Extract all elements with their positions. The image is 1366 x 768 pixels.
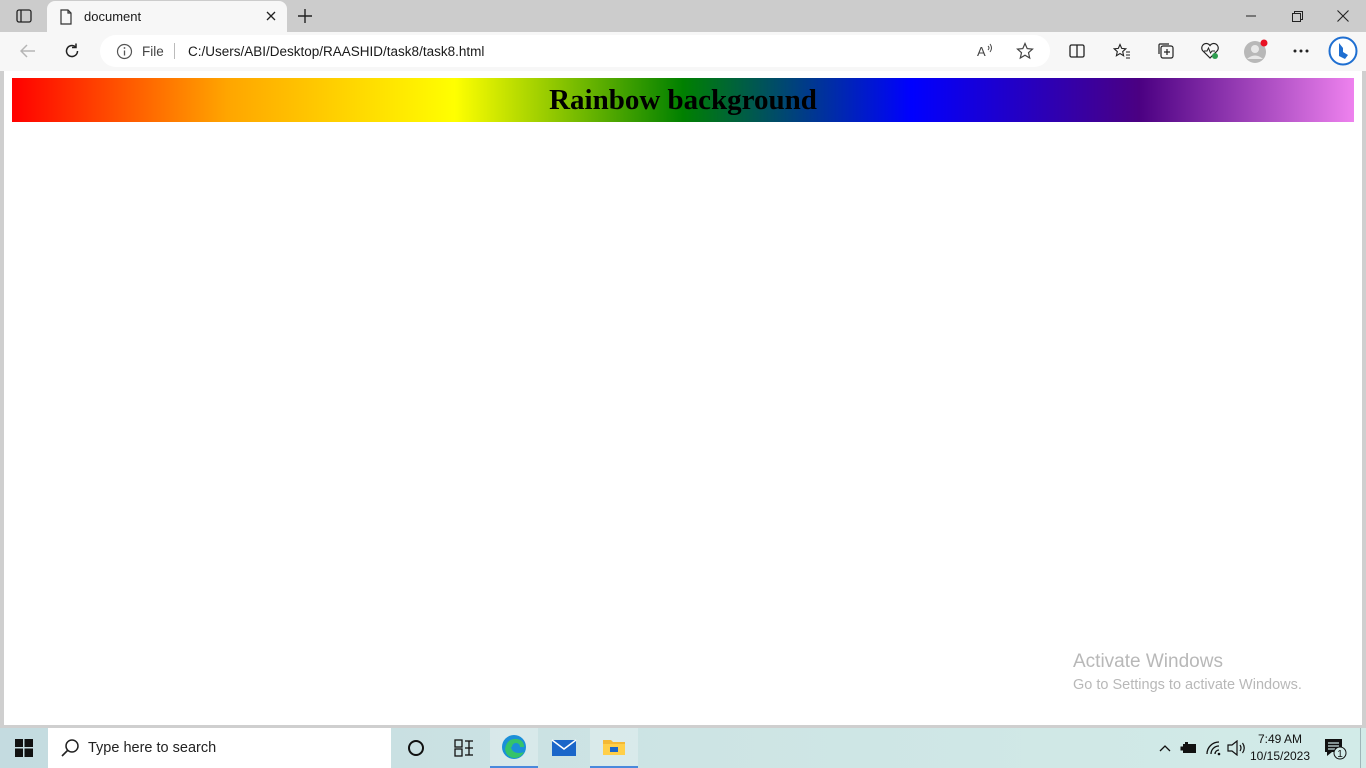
tab-title: document [84, 9, 142, 24]
new-tab-button[interactable] [294, 6, 316, 26]
notification-center-icon[interactable]: 1 [1318, 736, 1348, 760]
windows-taskbar: Type here to search 7:49 AM 10/15/2023 1 [0, 728, 1366, 768]
document-icon [59, 9, 73, 25]
clock-time: 7:49 AM [1257, 732, 1303, 746]
clock-date: 10/15/2023 [1249, 749, 1311, 763]
restore-button[interactable] [1274, 0, 1320, 32]
bing-copilot-icon[interactable] [1326, 36, 1360, 66]
browser-tab-bar: document [0, 0, 1366, 32]
cortana-icon[interactable] [392, 728, 440, 768]
tab-actions-icon[interactable] [10, 6, 38, 26]
read-aloud-icon[interactable]: A [975, 41, 997, 61]
close-window-button[interactable] [1320, 0, 1366, 32]
file-explorer-icon[interactable] [590, 728, 638, 768]
activate-windows-watermark: Activate Windows Go to Settings to activ… [1073, 651, 1302, 693]
address-scheme-label: File [142, 44, 164, 59]
svg-text:A: A [977, 44, 986, 59]
taskbar-search-box[interactable]: Type here to search [48, 728, 391, 768]
start-button[interactable] [0, 728, 48, 768]
volume-icon[interactable] [1226, 738, 1248, 758]
more-menu-icon[interactable] [1285, 36, 1317, 66]
browser-tab[interactable]: document [47, 1, 287, 32]
browser-essentials-icon[interactable] [1194, 36, 1226, 66]
watermark-subtitle: Go to Settings to activate Windows. [1073, 677, 1302, 693]
show-desktop-button[interactable] [1360, 728, 1366, 768]
info-icon[interactable] [116, 43, 133, 60]
search-placeholder: Type here to search [88, 740, 217, 756]
show-hidden-icons-icon[interactable] [1154, 738, 1176, 758]
notification-count: 1 [1337, 749, 1343, 760]
page-heading: Rainbow background [549, 83, 817, 116]
minimize-button[interactable] [1228, 0, 1274, 32]
close-tab-icon[interactable] [263, 8, 279, 24]
collections-icon[interactable] [1150, 36, 1182, 66]
edge-taskbar-icon[interactable] [490, 728, 538, 768]
network-icon[interactable] [1203, 738, 1225, 758]
address-separator [174, 43, 175, 59]
favorites-icon[interactable] [1106, 36, 1138, 66]
system-clock[interactable]: 7:49 AM 10/15/2023 [1248, 731, 1312, 765]
watermark-title: Activate Windows [1073, 651, 1223, 672]
address-bar[interactable]: File C:/Users/ABI/Desktop/RAASHID/task8/… [100, 35, 1050, 67]
profile-avatar[interactable] [1240, 36, 1272, 66]
battery-icon[interactable] [1178, 738, 1200, 758]
url-text[interactable]: C:/Users/ABI/Desktop/RAASHID/task8/task8… [188, 44, 484, 59]
page-viewport: Rainbow background Activate Windows Go t… [4, 71, 1362, 725]
back-button[interactable] [12, 36, 44, 66]
refresh-button[interactable] [56, 36, 88, 66]
browser-toolbar: File C:/Users/ABI/Desktop/RAASHID/task8/… [0, 32, 1366, 71]
task-view-icon[interactable] [440, 728, 488, 768]
favorite-star-icon[interactable] [1014, 41, 1036, 61]
search-icon [60, 738, 80, 758]
split-screen-icon[interactable] [1061, 36, 1093, 66]
mail-icon[interactable] [540, 728, 588, 768]
rainbow-header: Rainbow background [12, 78, 1354, 122]
